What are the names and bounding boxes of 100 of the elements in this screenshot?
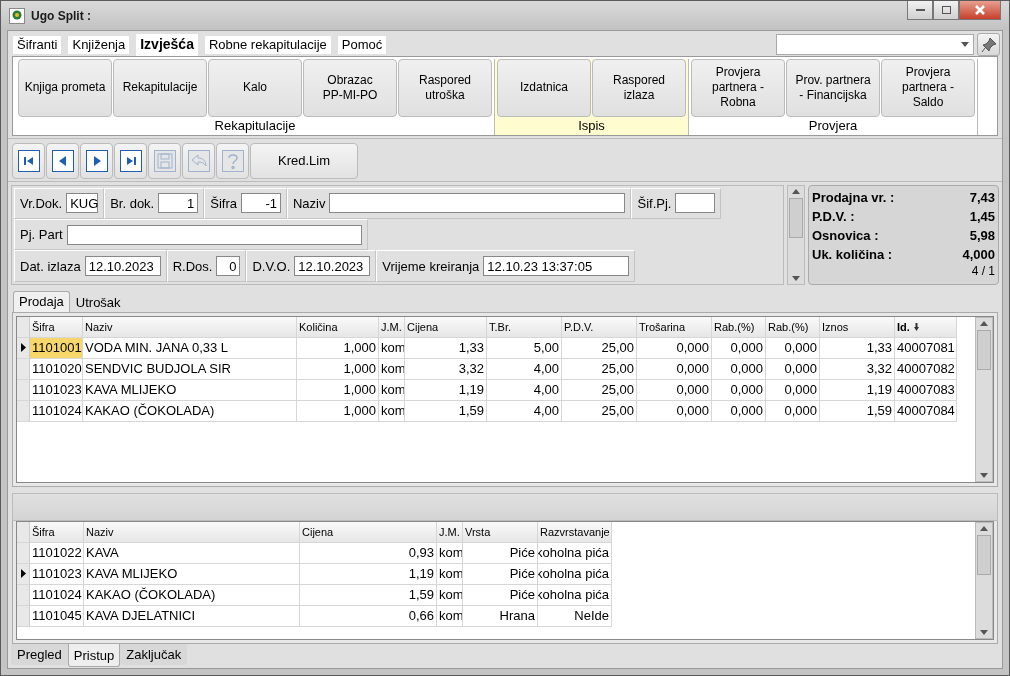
scroll-down-icon[interactable] — [792, 275, 800, 281]
input-field[interactable]: 12.10.23 13:37:05 — [483, 256, 630, 277]
input-field[interactable]: KUG — [66, 193, 99, 214]
scroll-thumb[interactable] — [977, 534, 991, 575]
scroll-up-icon[interactable] — [980, 320, 988, 326]
menu-tab[interactable]: Pomoć — [337, 35, 387, 54]
menu-tab[interactable]: Izvješća — [136, 33, 198, 56]
first-record-icon — [17, 149, 40, 172]
row-indicator[interactable] — [17, 337, 30, 359]
summary-value: 4,000 — [962, 245, 995, 264]
column-header[interactable]: J.M. — [379, 316, 405, 338]
column-header[interactable]: Razvrstavanje — [538, 521, 612, 543]
previous-icon — [51, 149, 74, 172]
input-field[interactable]: 12.10.2023 — [84, 256, 161, 277]
toolbar-button[interactable] — [12, 142, 45, 179]
table-cell: 1101023 — [30, 563, 84, 585]
table-cell: kom — [379, 379, 405, 401]
column-header[interactable]: Šifra — [30, 316, 83, 338]
column-header[interactable]: Id. — [895, 316, 957, 338]
column-header[interactable]: P.D.V. — [562, 316, 637, 338]
ribbon-button[interactable]: Provjera partnera - Robna — [691, 58, 785, 117]
ribbon-button[interactable]: Knjiga prometa — [18, 58, 112, 117]
column-header[interactable]: Cijena — [405, 316, 487, 338]
toolbar-button[interactable] — [80, 142, 113, 179]
ribbon-button[interactable]: Prov. partnera - Financijska — [786, 58, 880, 117]
scroll-up-icon[interactable] — [792, 188, 800, 194]
input-field[interactable] — [675, 193, 716, 214]
table-cell: 1,000 — [297, 379, 379, 401]
table-cell: 4,00 — [487, 400, 562, 422]
toolbar-button[interactable] — [46, 142, 79, 179]
column-header[interactable]: Količina — [297, 316, 379, 338]
tab[interactable]: Pristup — [67, 644, 121, 668]
field-label: Vrijeme kreiranja — [382, 258, 480, 274]
pin-button[interactable] — [977, 33, 1000, 56]
field-label: Šif.Pj. — [637, 195, 672, 211]
table-cell: 0,66 — [300, 605, 437, 627]
tab[interactable]: Prodaja — [13, 290, 70, 312]
column-header[interactable]: J.M. — [437, 521, 463, 543]
field-label: Dat. izlaza — [20, 258, 81, 274]
input-field[interactable] — [66, 224, 362, 245]
row-indicator[interactable] — [17, 563, 30, 585]
tab[interactable]: Pregled — [11, 644, 68, 666]
input-field[interactable]: 1 — [158, 193, 199, 214]
scroll-thumb[interactable] — [977, 329, 991, 370]
menu-tab[interactable]: Knjiženja — [68, 35, 130, 54]
column-header[interactable]: Iznos — [820, 316, 895, 338]
input-field[interactable]: 0 — [216, 256, 241, 277]
record-counter: 4 / 1 — [971, 263, 995, 278]
undo-icon — [187, 149, 210, 172]
table-cell: 1,33 — [405, 337, 487, 359]
table-cell: KAVA MLIJEKO — [83, 379, 297, 401]
menu-tab[interactable]: Robne rekapitulacije — [204, 35, 331, 54]
table-cell: 3,32 — [820, 358, 895, 380]
input-field[interactable]: 12.10.2023 — [294, 256, 371, 277]
column-header[interactable]: Vrsta — [463, 521, 538, 543]
column-header[interactable]: Cijena — [300, 521, 437, 543]
ribbon-button[interactable]: Izdatnica — [497, 58, 591, 117]
minimize-button[interactable] — [907, 1, 933, 20]
ribbon-button[interactable]: Rekapitulacije — [113, 58, 207, 117]
table-cell: 0,000 — [712, 379, 766, 401]
column-header[interactable]: Naziv — [84, 521, 300, 543]
credit-limit-button[interactable]: Kred.Lim — [250, 142, 358, 179]
scroll-up-icon[interactable] — [980, 525, 988, 531]
ribbon-button[interactable]: Provjera partnera - Saldo — [881, 58, 975, 117]
table-cell: 1,59 — [300, 584, 437, 606]
column-header[interactable]: T.Br. — [487, 316, 562, 338]
table-cell: 0,000 — [766, 358, 820, 380]
group-label: Ispis — [577, 116, 606, 135]
scrollbar[interactable] — [975, 316, 993, 482]
ribbon-button[interactable]: Raspored izlaza — [592, 58, 686, 117]
column-header[interactable]: Rab.(%) — [712, 316, 766, 338]
scrollbar[interactable] — [975, 521, 993, 640]
ribbon-button[interactable]: Kalo — [208, 58, 302, 117]
table-cell: 3,32 — [405, 358, 487, 380]
scroll-down-icon[interactable] — [980, 472, 988, 478]
scroll-down-icon[interactable] — [980, 630, 988, 636]
tab[interactable]: Zaključak — [120, 644, 188, 666]
close-button[interactable] — [959, 1, 1001, 20]
column-header[interactable]: Trošarina — [637, 316, 712, 338]
tab[interactable]: Utrošak — [69, 292, 127, 312]
dropdown-caret-icon[interactable] — [961, 42, 969, 47]
table-cell: kom — [437, 584, 463, 606]
close-icon — [975, 5, 985, 15]
group-label: Rekapitulacije — [213, 116, 297, 135]
table-cell: 1,000 — [297, 358, 379, 380]
input-field[interactable] — [329, 193, 626, 214]
scrollbar[interactable] — [787, 184, 805, 285]
scroll-thumb[interactable] — [789, 197, 803, 238]
column-header[interactable]: Rab.(%) — [766, 316, 820, 338]
input-field[interactable]: -1 — [240, 193, 281, 214]
summary-label: Osnovica : — [812, 226, 879, 245]
maximize-button[interactable] — [933, 1, 959, 20]
column-header[interactable]: Šifra — [30, 521, 84, 543]
toolbar-button[interactable] — [114, 142, 147, 179]
table-cell: 1,000 — [297, 400, 379, 422]
menu-tab[interactable]: Šifranti — [13, 35, 62, 54]
row-indicator — [17, 316, 30, 338]
ribbon-button[interactable]: Raspored utroška — [398, 58, 492, 117]
ribbon-button[interactable]: Obrazac PP-MI-PO — [303, 58, 397, 117]
column-header[interactable]: Naziv — [83, 316, 297, 338]
